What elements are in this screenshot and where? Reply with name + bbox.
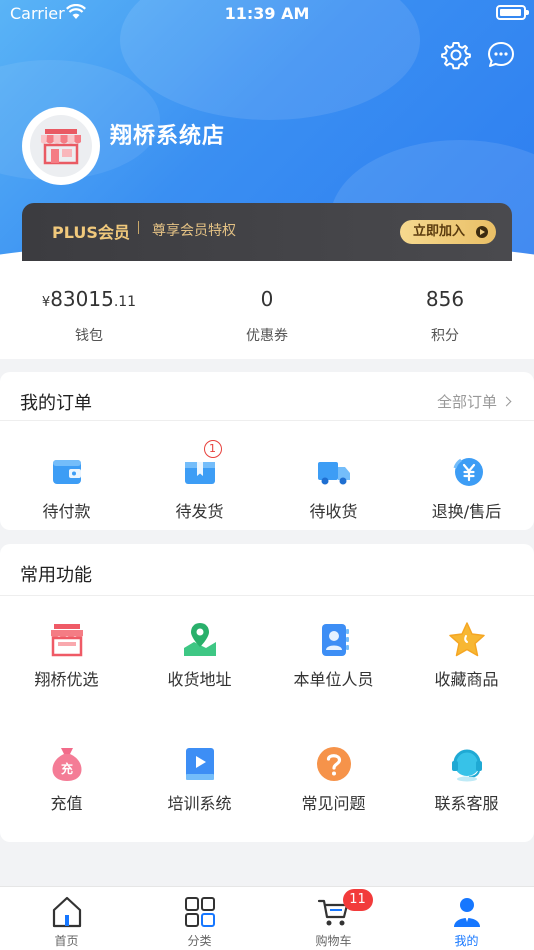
package-icon: 1 <box>180 440 222 492</box>
tab-label: 首页 <box>54 934 79 948</box>
tab-cart[interactable]: 11 购物车 <box>267 889 400 949</box>
tab-category[interactable]: 分类 <box>133 895 266 949</box>
feature-shipping-address[interactable]: 收货地址 <box>133 620 266 690</box>
order-pending-shipment[interactable]: 1 待发货 <box>133 440 266 522</box>
settings-gear-icon[interactable] <box>441 40 471 70</box>
coupon-label: 优惠券 <box>246 328 288 344</box>
account-stats: ¥83015.11 钱包 0 优惠券 856 积分 <box>0 265 534 359</box>
order-item-label: 待发货 <box>175 502 224 521</box>
points-label: 积分 <box>431 328 459 344</box>
plus-subtitle: 尊享会员特权 <box>152 223 236 239</box>
all-orders-link[interactable]: 全部订单 <box>436 391 512 412</box>
shop-icon <box>47 620 87 660</box>
truck-icon <box>314 452 354 492</box>
money-bag-icon: 充 <box>47 744 87 784</box>
order-refund-aftersale[interactable]: 退换/售后 <box>400 452 533 522</box>
wallet-label: 钱包 <box>75 328 103 344</box>
star-icon <box>447 620 487 660</box>
feature-favorites[interactable]: 收藏商品 <box>400 620 533 690</box>
home-icon <box>50 895 84 929</box>
store-avatar[interactable] <box>22 107 100 185</box>
svg-text:充: 充 <box>60 761 72 776</box>
feature-training[interactable]: 培训系统 <box>133 744 266 814</box>
coupon-stat[interactable]: 0 优惠券 <box>178 287 356 345</box>
points-stat[interactable]: 856 积分 <box>356 287 534 345</box>
order-item-label: 待付款 <box>42 502 91 521</box>
order-item-label: 退换/售后 <box>431 502 502 521</box>
orders-title: 我的订单 <box>20 393 92 414</box>
feature-label: 收货地址 <box>167 670 232 689</box>
feature-unit-staff[interactable]: 本单位人员 <box>267 620 400 690</box>
join-plus-button[interactable]: 立即加入 <box>400 220 496 244</box>
order-pending-receipt[interactable]: 待收货 <box>267 452 400 522</box>
battery-icon <box>496 5 529 20</box>
wallet-icon <box>47 452 87 492</box>
feature-label: 常见问题 <box>301 794 366 813</box>
store-icon <box>30 115 92 177</box>
user-profile-icon <box>450 895 484 929</box>
all-orders-label: 全部订单 <box>436 393 497 411</box>
grid-category-icon <box>183 895 217 929</box>
cart-count-badge: 11 <box>342 889 373 911</box>
points-value: 856 <box>425 287 465 311</box>
currency-symbol: ¥ <box>41 295 51 310</box>
question-icon <box>314 744 354 784</box>
feature-recharge[interactable]: 充 充值 <box>0 744 133 814</box>
tab-home[interactable]: 首页 <box>0 895 133 949</box>
tab-label: 我的 <box>454 934 479 948</box>
orders-card: 我的订单 全部订单 待付款 1 待发货 待收货 退换/售后 <box>0 372 534 530</box>
plus-membership-banner[interactable]: PLUS会员 尊享会员特权 立即加入 <box>22 203 512 261</box>
store-name: 翔桥系统店 <box>110 124 226 149</box>
bottom-tab-bar: 首页 分类 11 购物车 我的 <box>0 886 534 950</box>
shopping-cart-icon: 11 <box>317 889 373 929</box>
tab-label: 购物车 <box>315 934 352 948</box>
headset-icon <box>447 744 487 784</box>
contacts-icon <box>314 620 354 660</box>
feature-label: 联系客服 <box>434 794 499 813</box>
refund-icon <box>447 452 487 492</box>
plus-divider <box>138 221 139 234</box>
functions-card: 常用功能 翔桥优选 收货地址 本单位人员 收藏商品 充 充值 培训系统 常见问题… <box>0 544 534 842</box>
video-book-icon <box>180 744 220 784</box>
play-arrow-icon <box>476 226 488 238</box>
status-bar: Carrier 11:39 AM <box>0 0 534 28</box>
wallet-stat[interactable]: ¥83015.11 钱包 <box>0 287 178 345</box>
tab-mine[interactable]: 我的 <box>400 895 533 949</box>
feature-label: 充值 <box>50 794 83 813</box>
feature-label: 收藏商品 <box>434 670 499 689</box>
feature-customer-service[interactable]: 联系客服 <box>400 744 533 814</box>
feature-xiangqiao-select[interactable]: 翔桥优选 <box>0 620 133 690</box>
status-time: 11:39 AM <box>224 4 310 23</box>
wallet-value: 83015 <box>50 287 114 311</box>
divider <box>0 420 534 421</box>
join-plus-label: 立即加入 <box>413 224 466 239</box>
functions-title: 常用功能 <box>20 565 92 586</box>
feature-label: 培训系统 <box>167 794 232 813</box>
order-pending-payment[interactable]: 待付款 <box>0 452 133 522</box>
map-pin-icon <box>180 620 220 660</box>
feature-faq[interactable]: 常见问题 <box>267 744 400 814</box>
coupon-value: 0 <box>260 287 274 311</box>
tab-label: 分类 <box>187 934 212 948</box>
chevron-right-icon <box>501 396 512 407</box>
pending-shipment-badge: 1 <box>203 440 222 458</box>
plus-title: PLUS会员 <box>52 223 130 242</box>
profile-header: Carrier 11:39 AM 翔桥系统店 PLUS会员 尊享会员特权 立即加… <box>0 0 534 265</box>
divider <box>0 595 534 596</box>
feature-label: 本单位人员 <box>293 670 374 689</box>
order-item-label: 待收货 <box>309 502 358 521</box>
wallet-balance: ¥83015.11 <box>0 287 178 313</box>
message-bubble-icon[interactable] <box>486 40 516 70</box>
feature-label: 翔桥优选 <box>34 670 99 689</box>
wallet-decimal: .11 <box>113 294 137 310</box>
